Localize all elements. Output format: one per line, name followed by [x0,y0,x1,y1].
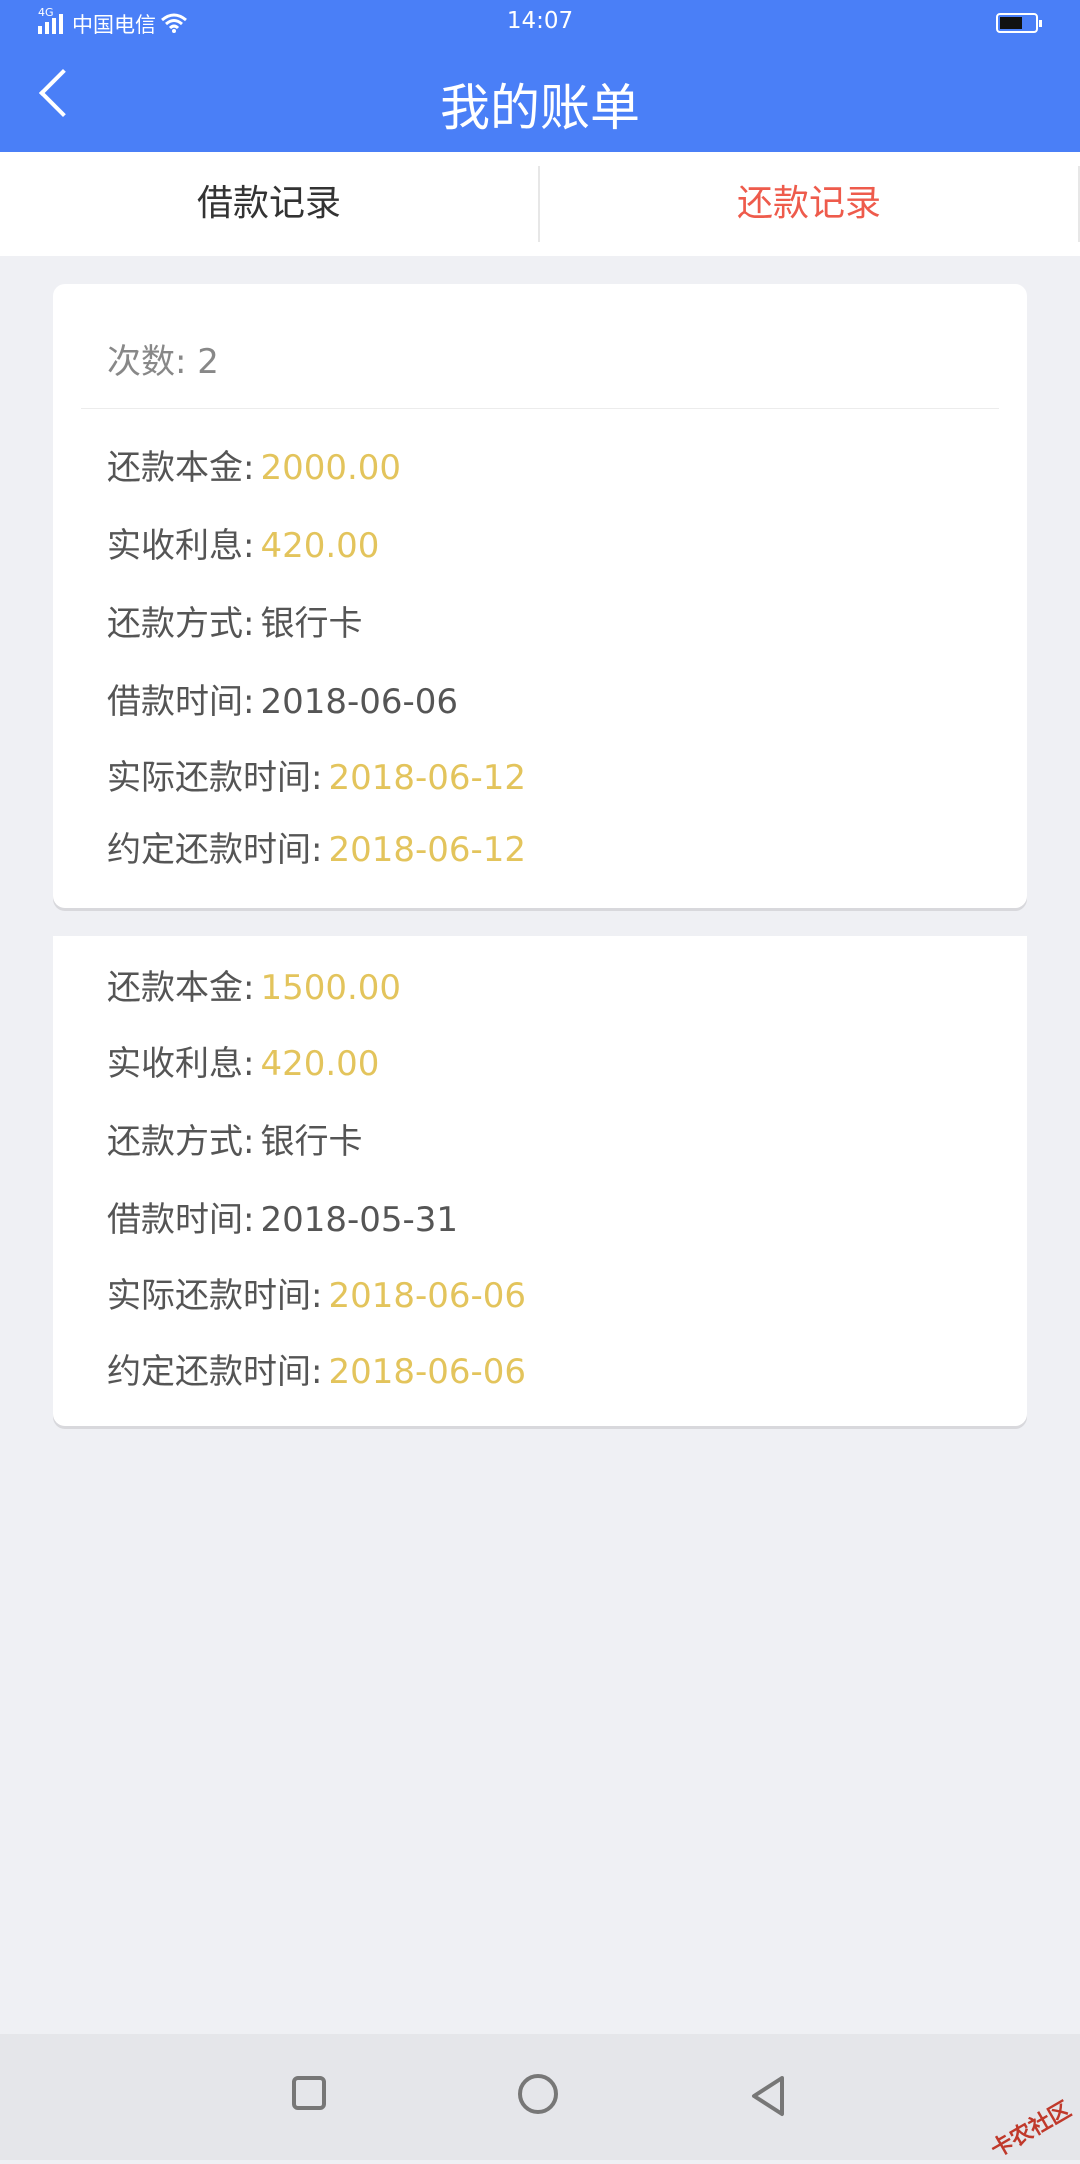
page-title: 我的账单 [440,79,640,137]
method-value: 银行卡 [260,604,363,644]
principal-row: 还款本金: 2000.00 [107,440,401,489]
loan-date-row: 借款时间: 2018-05-31 [107,1192,458,1241]
interest-value: 420.00 [260,526,380,566]
interest-value: 420.00 [260,1044,380,1084]
interest-label: 实收利息: [107,1044,255,1084]
agreed-repay-date-value: 2018-06-06 [328,1352,527,1392]
actual-repay-date-label: 实际还款时间: [107,758,323,798]
tab-repayment-records[interactable]: 还款记录 [540,152,1078,256]
battery-icon [996,13,1042,33]
actual-repay-date-row: 实际还款时间: 2018-06-06 [107,1268,526,1317]
status-bar: 4G 中国电信 14:07 [0,0,1080,48]
principal-row: 还款本金: 1500.00 [107,960,401,1009]
method-label: 还款方式: [107,1122,255,1162]
loan-date-label: 借款时间: [107,682,255,722]
principal-value: 2000.00 [260,448,402,488]
record-count: 次数: 2 [107,342,219,382]
actual-repay-date-row: 实际还款时间: 2018-06-12 [107,750,526,799]
tab-bar: 借款记录 还款记录 [0,152,1080,256]
back-triangle-icon[interactable] [748,2074,788,2118]
principal-value: 1500.00 [260,968,402,1008]
loan-date-value: 2018-06-06 [260,682,459,722]
system-nav-bar: 卡农社区 [0,2034,1080,2163]
agreed-repay-date-label: 约定还款时间: [107,830,323,870]
interest-row: 实收利息: 420.00 [107,1036,379,1085]
method-value: 银行卡 [260,1122,363,1162]
loan-date-label: 借款时间: [107,1200,255,1240]
interest-row: 实收利息: 420.00 [107,518,379,567]
loan-date-row: 借款时间: 2018-06-06 [107,674,458,723]
divider [81,408,999,409]
repayment-record-card: 还款本金: 1500.00 实收利息: 420.00 还款方式: 银行卡 借款时间: 2… [53,936,1027,1426]
method-label: 还款方式: [107,604,255,644]
agreed-repay-date-row: 约定还款时间: 2018-06-06 [107,1344,526,1393]
actual-repay-date-value: 2018-06-06 [328,1276,527,1316]
watermark: 卡农社区 [986,2097,1076,2163]
agreed-repay-date-label: 约定还款时间: [107,1352,323,1392]
square-icon[interactable] [292,2076,326,2110]
method-row: 还款方式: 银行卡 [107,596,362,645]
app-header: 4G 中国电信 14:07 我的账单 [0,0,1080,152]
method-row: 还款方式: 银行卡 [107,1114,362,1163]
actual-repay-date-value: 2018-06-12 [328,758,527,798]
principal-label: 还款本金: [107,968,255,1008]
tab-loan-records[interactable]: 借款记录 [0,152,538,256]
actual-repay-date-label: 实际还款时间: [107,1276,323,1316]
loan-date-value: 2018-05-31 [260,1200,459,1240]
clock: 14:07 [506,8,574,34]
principal-label: 还款本金: [107,448,255,488]
agreed-repay-date-row: 约定还款时间: 2018-06-12 [107,822,526,871]
interest-label: 实收利息: [107,526,255,566]
circle-icon[interactable] [518,2074,558,2114]
repayment-record-card: 次数: 2 还款本金: 2000.00 实收利息: 420.00 还款方式: 银行卡 … [53,284,1027,908]
agreed-repay-date-value: 2018-06-12 [328,830,527,870]
